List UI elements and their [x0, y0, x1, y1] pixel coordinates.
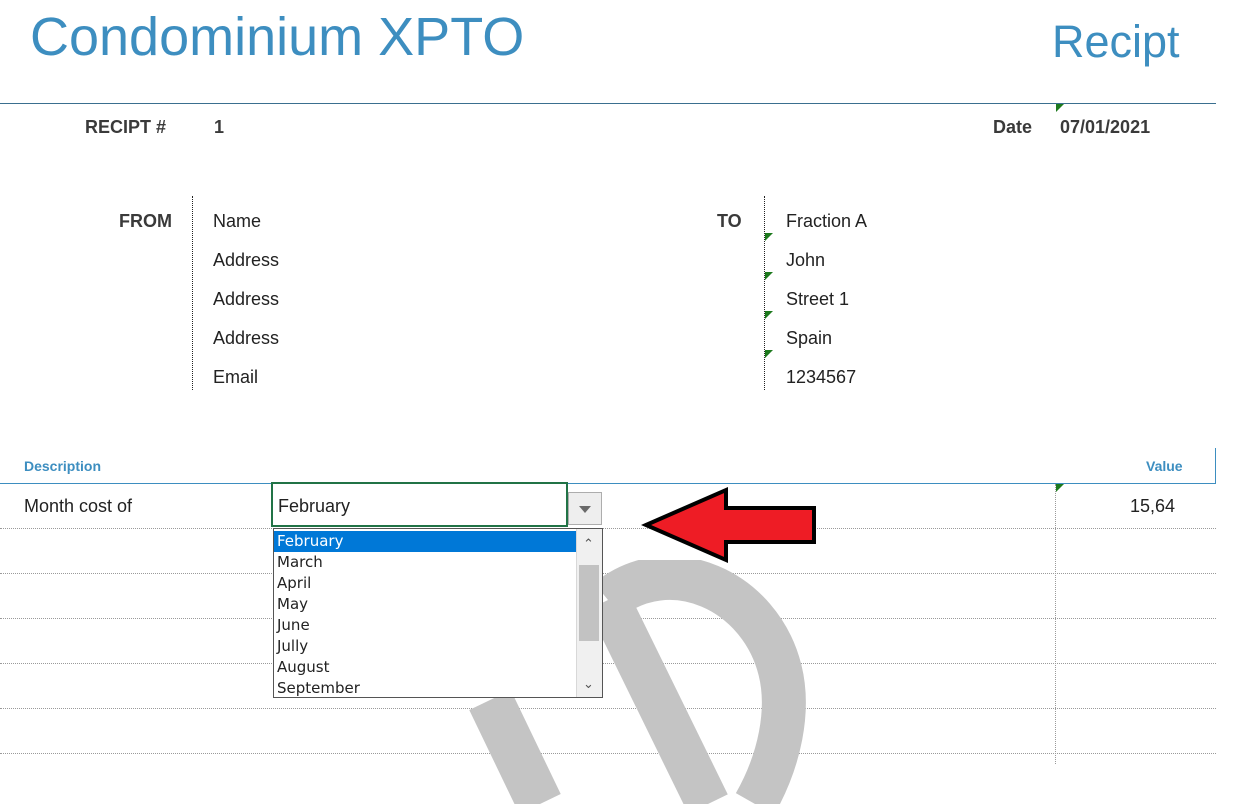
comment-indicator: [765, 311, 773, 319]
month-option-september[interactable]: September: [274, 678, 576, 699]
arrow-left-icon: [641, 486, 816, 564]
from-divider: [192, 196, 193, 390]
company-name: Condominium XPTO: [30, 7, 525, 67]
to-phone[interactable]: 1234567: [786, 367, 856, 388]
month-option-july[interactable]: Jully: [274, 636, 576, 657]
date-label: Date: [993, 117, 1033, 137]
month-option-august[interactable]: August: [274, 657, 576, 678]
value-column-header: Value: [1146, 458, 1183, 474]
to-country[interactable]: Spain: [786, 328, 832, 349]
from-label: FROM: [119, 211, 172, 231]
dropdown-scrollbar[interactable]: ⌃ ⌄: [576, 529, 602, 697]
to-fraction[interactable]: Fraction A: [786, 211, 867, 232]
receipt-number-value[interactable]: 1: [214, 117, 224, 138]
to-name[interactable]: John: [786, 250, 825, 271]
month-cell-value: February: [278, 496, 351, 516]
from-address-2[interactable]: Address: [213, 289, 279, 310]
chevron-up-icon[interactable]: ⌃: [583, 537, 594, 550]
from-email[interactable]: Email: [213, 367, 258, 388]
month-dropdown-list[interactable]: February March April May June Jully Augu…: [273, 528, 603, 698]
month-option-april[interactable]: April: [274, 573, 576, 594]
comment-indicator: [765, 233, 773, 241]
header-divider: [0, 103, 1216, 104]
from-address-1[interactable]: Address: [213, 250, 279, 271]
to-divider: [764, 196, 765, 390]
month-dropdown-button[interactable]: [568, 492, 602, 525]
table-header-edge: [1215, 448, 1216, 484]
row-description[interactable]: Month cost of: [24, 496, 132, 517]
document-title: Recipt: [1052, 16, 1180, 67]
date-value[interactable]: 07/01/2021: [1060, 117, 1150, 138]
table-row-divider: [0, 528, 1216, 529]
month-option-may[interactable]: May: [274, 594, 576, 615]
month-option-june[interactable]: June: [274, 615, 576, 636]
comment-indicator: [1056, 104, 1064, 112]
comment-indicator: [765, 350, 773, 358]
comment-indicator: [1056, 484, 1064, 492]
month-cell-input[interactable]: February: [271, 482, 568, 527]
row-value[interactable]: 15,64: [1130, 496, 1175, 517]
chevron-down-icon[interactable]: ⌄: [583, 677, 594, 690]
chevron-down-icon: [579, 506, 591, 513]
table-header-divider: [0, 483, 1216, 484]
from-address-3[interactable]: Address: [213, 328, 279, 349]
to-street[interactable]: Street 1: [786, 289, 849, 310]
month-option-march[interactable]: March: [274, 552, 576, 573]
month-option-february[interactable]: February: [274, 531, 576, 552]
to-label: TO: [717, 211, 742, 231]
description-column-header: Description: [24, 458, 102, 474]
value-column-divider: [1055, 484, 1056, 764]
scrollbar-thumb[interactable]: [579, 565, 599, 641]
comment-indicator: [765, 272, 773, 280]
receipt-number-label: RECIPT #: [85, 117, 167, 137]
from-name[interactable]: Name: [213, 211, 261, 232]
